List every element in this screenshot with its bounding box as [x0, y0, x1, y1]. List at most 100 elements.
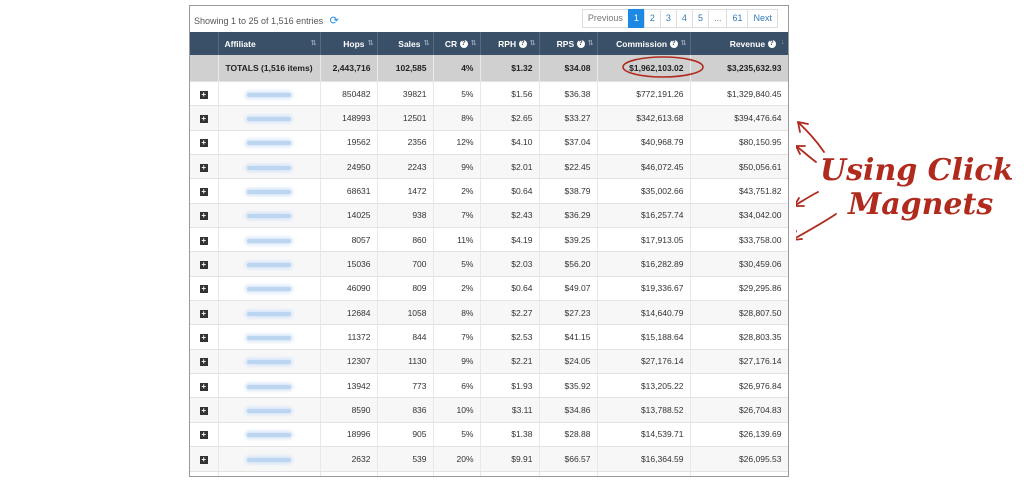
commission-total-circle [622, 56, 704, 78]
pagination-page-5[interactable]: 5 [691, 9, 709, 28]
affiliate-cell[interactable] [218, 251, 321, 277]
expand-cell[interactable]: + [190, 276, 219, 302]
affiliate-cell[interactable] [218, 154, 321, 180]
table-row[interactable]: +8590 836 10% $3.11 $34.86 $13,788.52 $26,704.… [190, 397, 788, 423]
table-row[interactable]: +11372 844 7% $2.53 $41.15 $15,188.64 $28,803.… [190, 324, 788, 350]
table-row[interactable]: +521066813%$4.95$49.33$15,084.70$25,799.… [190, 471, 788, 476]
affiliate-cell[interactable] [218, 349, 321, 375]
cell-cr: 20% [433, 446, 481, 472]
cell-rps: $49.33 [539, 471, 598, 476]
expand-cell[interactable]: + [190, 446, 219, 472]
column-rps[interactable]: RPS ? ⇅ [539, 32, 598, 55]
pagination-page-1[interactable]: 1 [627, 9, 645, 28]
affiliate-cell[interactable] [218, 324, 321, 350]
affiliate-cell[interactable] [218, 422, 321, 448]
pagination-page-2[interactable]: 2 [643, 9, 661, 28]
expand-cell[interactable]: + [190, 178, 219, 204]
expand-cell[interactable]: + [190, 324, 219, 350]
table-row[interactable]: +14025 938 7% $2.43 $36.29 $16,257.74 $34,042.… [190, 203, 788, 229]
plus-icon[interactable]: + [199, 212, 208, 221]
plus-icon[interactable]: + [199, 115, 208, 124]
table-row[interactable]: +12307 1130 9% $2.21 $24.05 $27,176.14 $27,176… [190, 349, 788, 375]
affiliate-cell[interactable] [218, 203, 321, 229]
cell-revenue: $34,042.00 [690, 203, 788, 229]
column-affiliate[interactable]: Affiliate ⇅ [218, 32, 321, 55]
table-row[interactable]: +8057 860 11% $4.19 $39.25 $17,913.05 $33,758.… [190, 227, 788, 253]
table-row[interactable]: +15036 700 5% $2.03 $56.20 $16,282.89 $30,459.… [190, 251, 788, 277]
entries-info-text: Showing 1 to 25 of 1,516 entries [194, 16, 324, 26]
column-cr[interactable]: CR ? ⇅ [433, 32, 481, 55]
pagination-previous[interactable]: Previous [581, 9, 629, 28]
plus-icon[interactable]: + [199, 309, 208, 318]
expand-cell[interactable]: + [190, 422, 219, 448]
expand-cell[interactable]: + [190, 471, 219, 476]
expand-cell[interactable]: + [190, 105, 219, 131]
affiliate-cell[interactable] [218, 130, 321, 156]
refresh-icon[interactable]: ⟳ [330, 14, 339, 27]
expand-cell[interactable]: + [190, 81, 219, 107]
plus-icon[interactable]: + [199, 382, 208, 391]
plus-icon[interactable]: + [199, 431, 208, 440]
expand-cell[interactable]: + [190, 227, 219, 253]
column-revenue[interactable]: Revenue ? ↓ [690, 32, 788, 55]
affiliate-cell[interactable] [218, 446, 321, 472]
cell-sales: 39821 [377, 81, 434, 107]
affiliate-table: Affiliate ⇅ Hops ⇅ Sales ⇅ CR ? ⇅ RPH ? ⇅ RPS… [190, 32, 788, 476]
cell-cr: 7% [433, 324, 481, 350]
cell-rps: $49.07 [539, 276, 598, 302]
plus-icon[interactable]: + [199, 334, 208, 343]
pagination-page-4[interactable]: 4 [675, 9, 693, 28]
affiliate-cell[interactable] [218, 227, 321, 253]
expand-cell[interactable]: + [190, 130, 219, 156]
affiliate-cell[interactable] [218, 81, 321, 107]
expand-cell[interactable]: + [190, 154, 219, 180]
table-row[interactable]: +46090 809 2% $0.64 $49.07 $19,336.67 $29,295.… [190, 276, 788, 302]
column-rph[interactable]: RPH ? ⇅ [480, 32, 540, 55]
cell-sales: 1472 [377, 178, 434, 204]
table-row[interactable]: +850482 39821 5% $1.56 $36.38 $772,191.26 $1,3… [190, 81, 788, 107]
plus-icon[interactable]: + [199, 188, 208, 197]
affiliate-cell[interactable] [218, 178, 321, 204]
column-commission[interactable]: Commission ? ⇅ [597, 32, 691, 55]
plus-icon[interactable]: + [199, 455, 208, 464]
expand-cell[interactable]: + [190, 397, 219, 423]
expand-cell[interactable]: + [190, 373, 219, 399]
table-row[interactable]: +12684 1058 8% $2.27 $27.23 $14,640.79 $28,807… [190, 300, 788, 326]
plus-icon[interactable]: + [199, 139, 208, 148]
pagination-page-61[interactable]: 61 [726, 9, 749, 28]
affiliate-cell[interactable] [218, 471, 321, 476]
pagination-next[interactable]: Next [747, 9, 778, 28]
affiliate-cell[interactable] [218, 373, 321, 399]
expand-cell[interactable]: + [190, 203, 219, 229]
table-row[interactable]: +24950 2243 9% $2.01 $22.45 $46,072.45 $50,056… [190, 154, 788, 180]
affiliate-cell[interactable] [218, 105, 321, 131]
plus-icon[interactable]: + [199, 163, 208, 172]
expand-cell[interactable]: + [190, 349, 219, 375]
plus-icon[interactable]: + [199, 90, 208, 99]
table-row[interactable]: +2632 539 20% $9.91 $66.57 $16,364.59 $26,095.… [190, 446, 788, 472]
column-hops[interactable]: Hops ⇅ [320, 32, 378, 55]
plus-icon[interactable]: + [199, 285, 208, 294]
table-row[interactable]: +148993 12501 8% $2.65 $33.27 $342,613.68 $394… [190, 105, 788, 131]
redacted-affiliate-name [247, 457, 291, 462]
affiliate-cell[interactable] [218, 300, 321, 326]
plus-icon[interactable]: + [199, 358, 208, 367]
pagination-page-3[interactable]: 3 [659, 9, 677, 28]
table-row[interactable]: +19562 2356 12% $4.10 $37.04 $40,968.79 $80,15… [190, 130, 788, 156]
cell-rph: $0.64 [480, 276, 540, 302]
expand-cell[interactable]: + [190, 251, 219, 277]
plus-icon[interactable]: + [199, 407, 208, 416]
column-sales[interactable]: Sales ⇅ [377, 32, 434, 55]
affiliate-cell[interactable] [218, 276, 321, 302]
cell-rph: $3.11 [480, 397, 540, 423]
affiliate-cell[interactable] [218, 397, 321, 423]
plus-icon[interactable]: + [199, 261, 208, 270]
plus-icon[interactable]: + [199, 236, 208, 245]
cell-cr: 13% [433, 471, 481, 476]
table-row[interactable]: +13942 773 6% $1.93 $35.92 $13,205.22 $26,976.… [190, 373, 788, 399]
table-row[interactable]: +68631 1472 2% $0.64 $38.79 $35,002.66 $43,751… [190, 178, 788, 204]
cell-rph: $4.95 [480, 471, 540, 476]
cell-rps: $38.79 [539, 178, 598, 204]
table-row[interactable]: +18996 905 5% $1.38 $28.88 $14,539.71 $26,139.… [190, 422, 788, 448]
expand-cell[interactable]: + [190, 300, 219, 326]
